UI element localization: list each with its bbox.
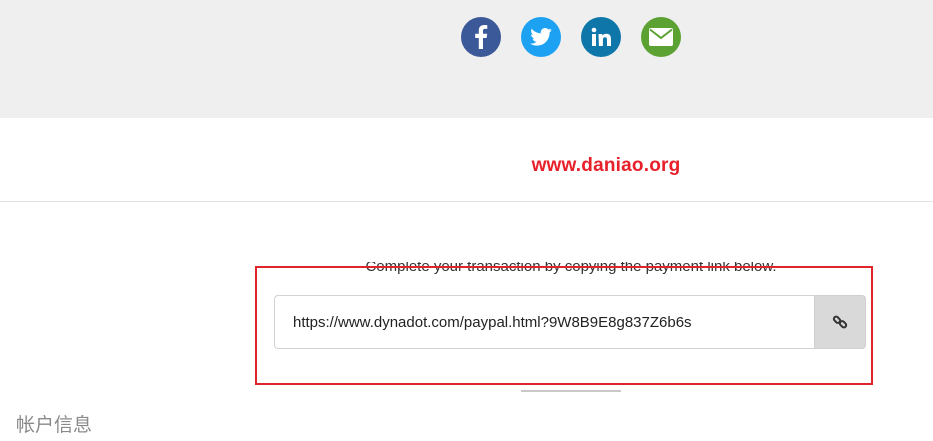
section-divider (0, 201, 933, 202)
share-bar (0, 0, 933, 118)
link-icon (832, 315, 848, 329)
payment-link-input[interactable] (274, 295, 814, 349)
email-share-button[interactable] (641, 17, 681, 57)
payment-link-group (274, 295, 866, 349)
watermark-text: www.daniao.org (531, 155, 681, 176)
account-info-heading: 帐户信息 (16, 414, 93, 436)
facebook-share-button[interactable] (461, 17, 501, 57)
payment-instruction-text: Complete your transaction by copying the… (365, 262, 777, 274)
email-icon (649, 28, 673, 46)
copy-link-button[interactable] (814, 295, 866, 349)
twitter-icon (530, 28, 552, 46)
progress-line (521, 390, 621, 392)
linkedin-share-button[interactable] (581, 17, 621, 57)
linkedin-icon (591, 27, 611, 46)
payment-instruction: Complete your transaction by copying the… (256, 262, 886, 274)
twitter-share-button[interactable] (521, 17, 561, 57)
facebook-icon (475, 25, 488, 49)
